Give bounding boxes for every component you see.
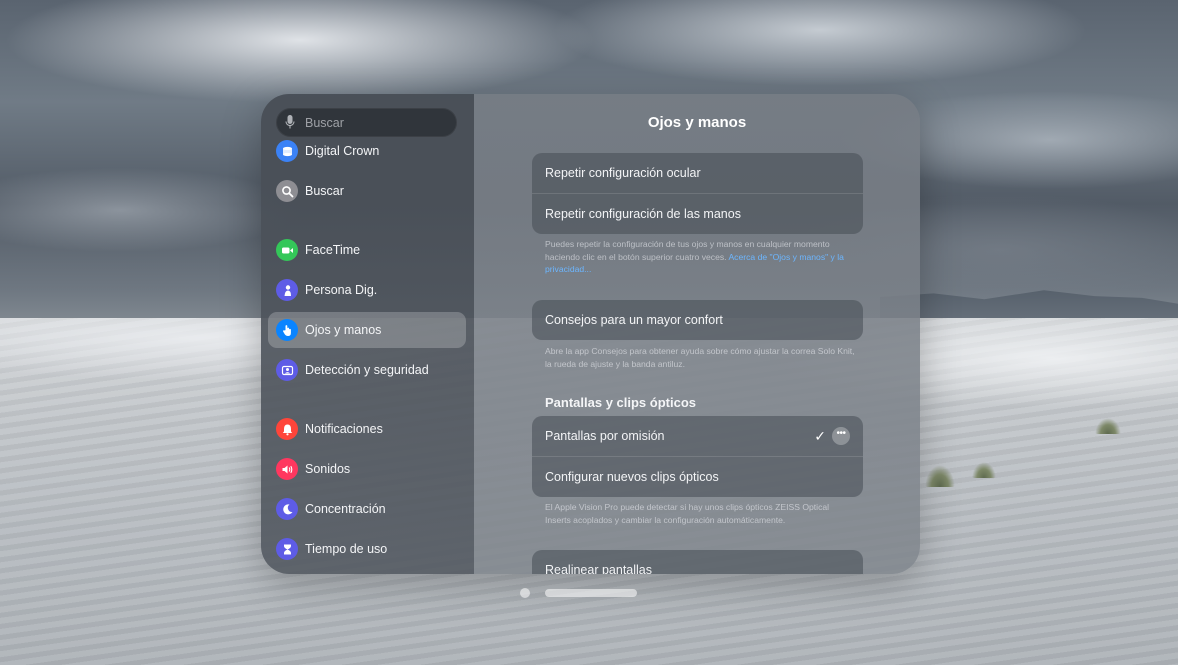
sidebar-item-label: Persona Dig. xyxy=(305,283,378,297)
window-grab-bar[interactable] xyxy=(545,589,637,597)
displays-group: Pantallas por omisión ✓ ••• Configurar n… xyxy=(532,416,863,497)
eye-hand-setup-group: Repetir configuración ocular Repetir con… xyxy=(532,153,863,234)
sidebar: Digital Crown Buscar FaceTime Persona Di… xyxy=(261,94,474,574)
desert-plant xyxy=(1095,418,1121,434)
comfort-tips-footnote: Abre la app Consejos para obtener ayuda … xyxy=(545,346,855,369)
sidebar-item-notificaciones[interactable]: Notificaciones xyxy=(268,411,466,447)
sidebar-item-label: Sonidos xyxy=(305,462,351,476)
bell-icon xyxy=(276,418,298,440)
video-camera-icon xyxy=(276,239,298,261)
default-displays-row[interactable]: Pantallas por omisión ✓ ••• xyxy=(532,416,863,456)
optical-inserts-footnote: El Apple Vision Pro puede detectar si ha… xyxy=(545,502,830,525)
desert-plant xyxy=(972,462,996,478)
sidebar-item-concentracion[interactable]: Concentración xyxy=(268,491,466,527)
eye-hand-footnote: Puedes repetir la configuración de tus o… xyxy=(545,238,857,276)
moon-icon xyxy=(276,498,298,520)
sidebar-item-ojos-y-manos[interactable]: Ojos y manos xyxy=(268,312,466,348)
sidebar-item-persona[interactable]: Persona Dig. xyxy=(268,272,466,308)
sidebar-item-digital-crown[interactable]: Digital Crown xyxy=(268,133,466,169)
more-options-icon[interactable]: ••• xyxy=(832,427,850,445)
detection-icon xyxy=(276,359,298,381)
comfort-tips-group: Consejos para un mayor confort xyxy=(532,300,863,340)
checkmark-icon: ✓ xyxy=(814,428,826,444)
window-close-dot[interactable] xyxy=(520,588,530,598)
mic-icon[interactable] xyxy=(285,115,295,130)
sidebar-item-label: Tiempo de uso xyxy=(305,542,388,556)
sidebar-item-facetime[interactable]: FaceTime xyxy=(268,232,466,268)
hand-icon xyxy=(276,319,298,341)
persona-icon xyxy=(276,279,298,301)
sidebar-item-label: Detección y seguridad xyxy=(305,363,429,377)
desert-plant xyxy=(925,465,955,487)
page-title: Ojos y manos xyxy=(647,114,747,131)
search-icon xyxy=(276,180,298,202)
speaker-icon xyxy=(276,458,298,480)
repeat-eye-setup-button[interactable]: Repetir configuración ocular xyxy=(532,153,863,193)
sidebar-item-label: Notificaciones xyxy=(305,422,383,436)
configure-optical-inserts-button[interactable]: Configurar nuevos clips ópticos xyxy=(532,456,863,497)
sidebar-item-label: Concentración xyxy=(305,502,386,516)
sidebar-item-tiempo-de-uso[interactable]: Tiempo de uso xyxy=(268,531,466,567)
hourglass-icon xyxy=(276,538,298,560)
realign-group: Realinear pantallas xyxy=(532,550,863,574)
sidebar-item-label: Ojos y manos xyxy=(305,323,382,337)
sidebar-item-label: Buscar xyxy=(305,184,344,198)
sidebar-item-label: Digital Crown xyxy=(305,144,380,158)
sidebar-item-deteccion[interactable]: Detección y seguridad xyxy=(268,352,466,388)
comfort-tips-button[interactable]: Consejos para un mayor confort xyxy=(532,300,863,340)
sidebar-item-label: FaceTime xyxy=(305,243,361,257)
repeat-hand-setup-button[interactable]: Repetir configuración de las manos xyxy=(532,193,863,234)
section-header-displays: Pantallas y clips ópticos xyxy=(545,395,696,410)
settings-window: Digital Crown Buscar FaceTime Persona Di… xyxy=(261,94,920,574)
realign-displays-button[interactable]: Realinear pantallas xyxy=(532,550,863,574)
row-label: Pantallas por omisión xyxy=(545,429,665,443)
detail-pane: Ojos y manos Repetir configuración ocula… xyxy=(474,94,920,574)
sidebar-item-sonidos[interactable]: Sonidos xyxy=(268,451,466,487)
sidebar-item-buscar[interactable]: Buscar xyxy=(268,173,466,209)
digital-crown-icon xyxy=(276,140,298,162)
